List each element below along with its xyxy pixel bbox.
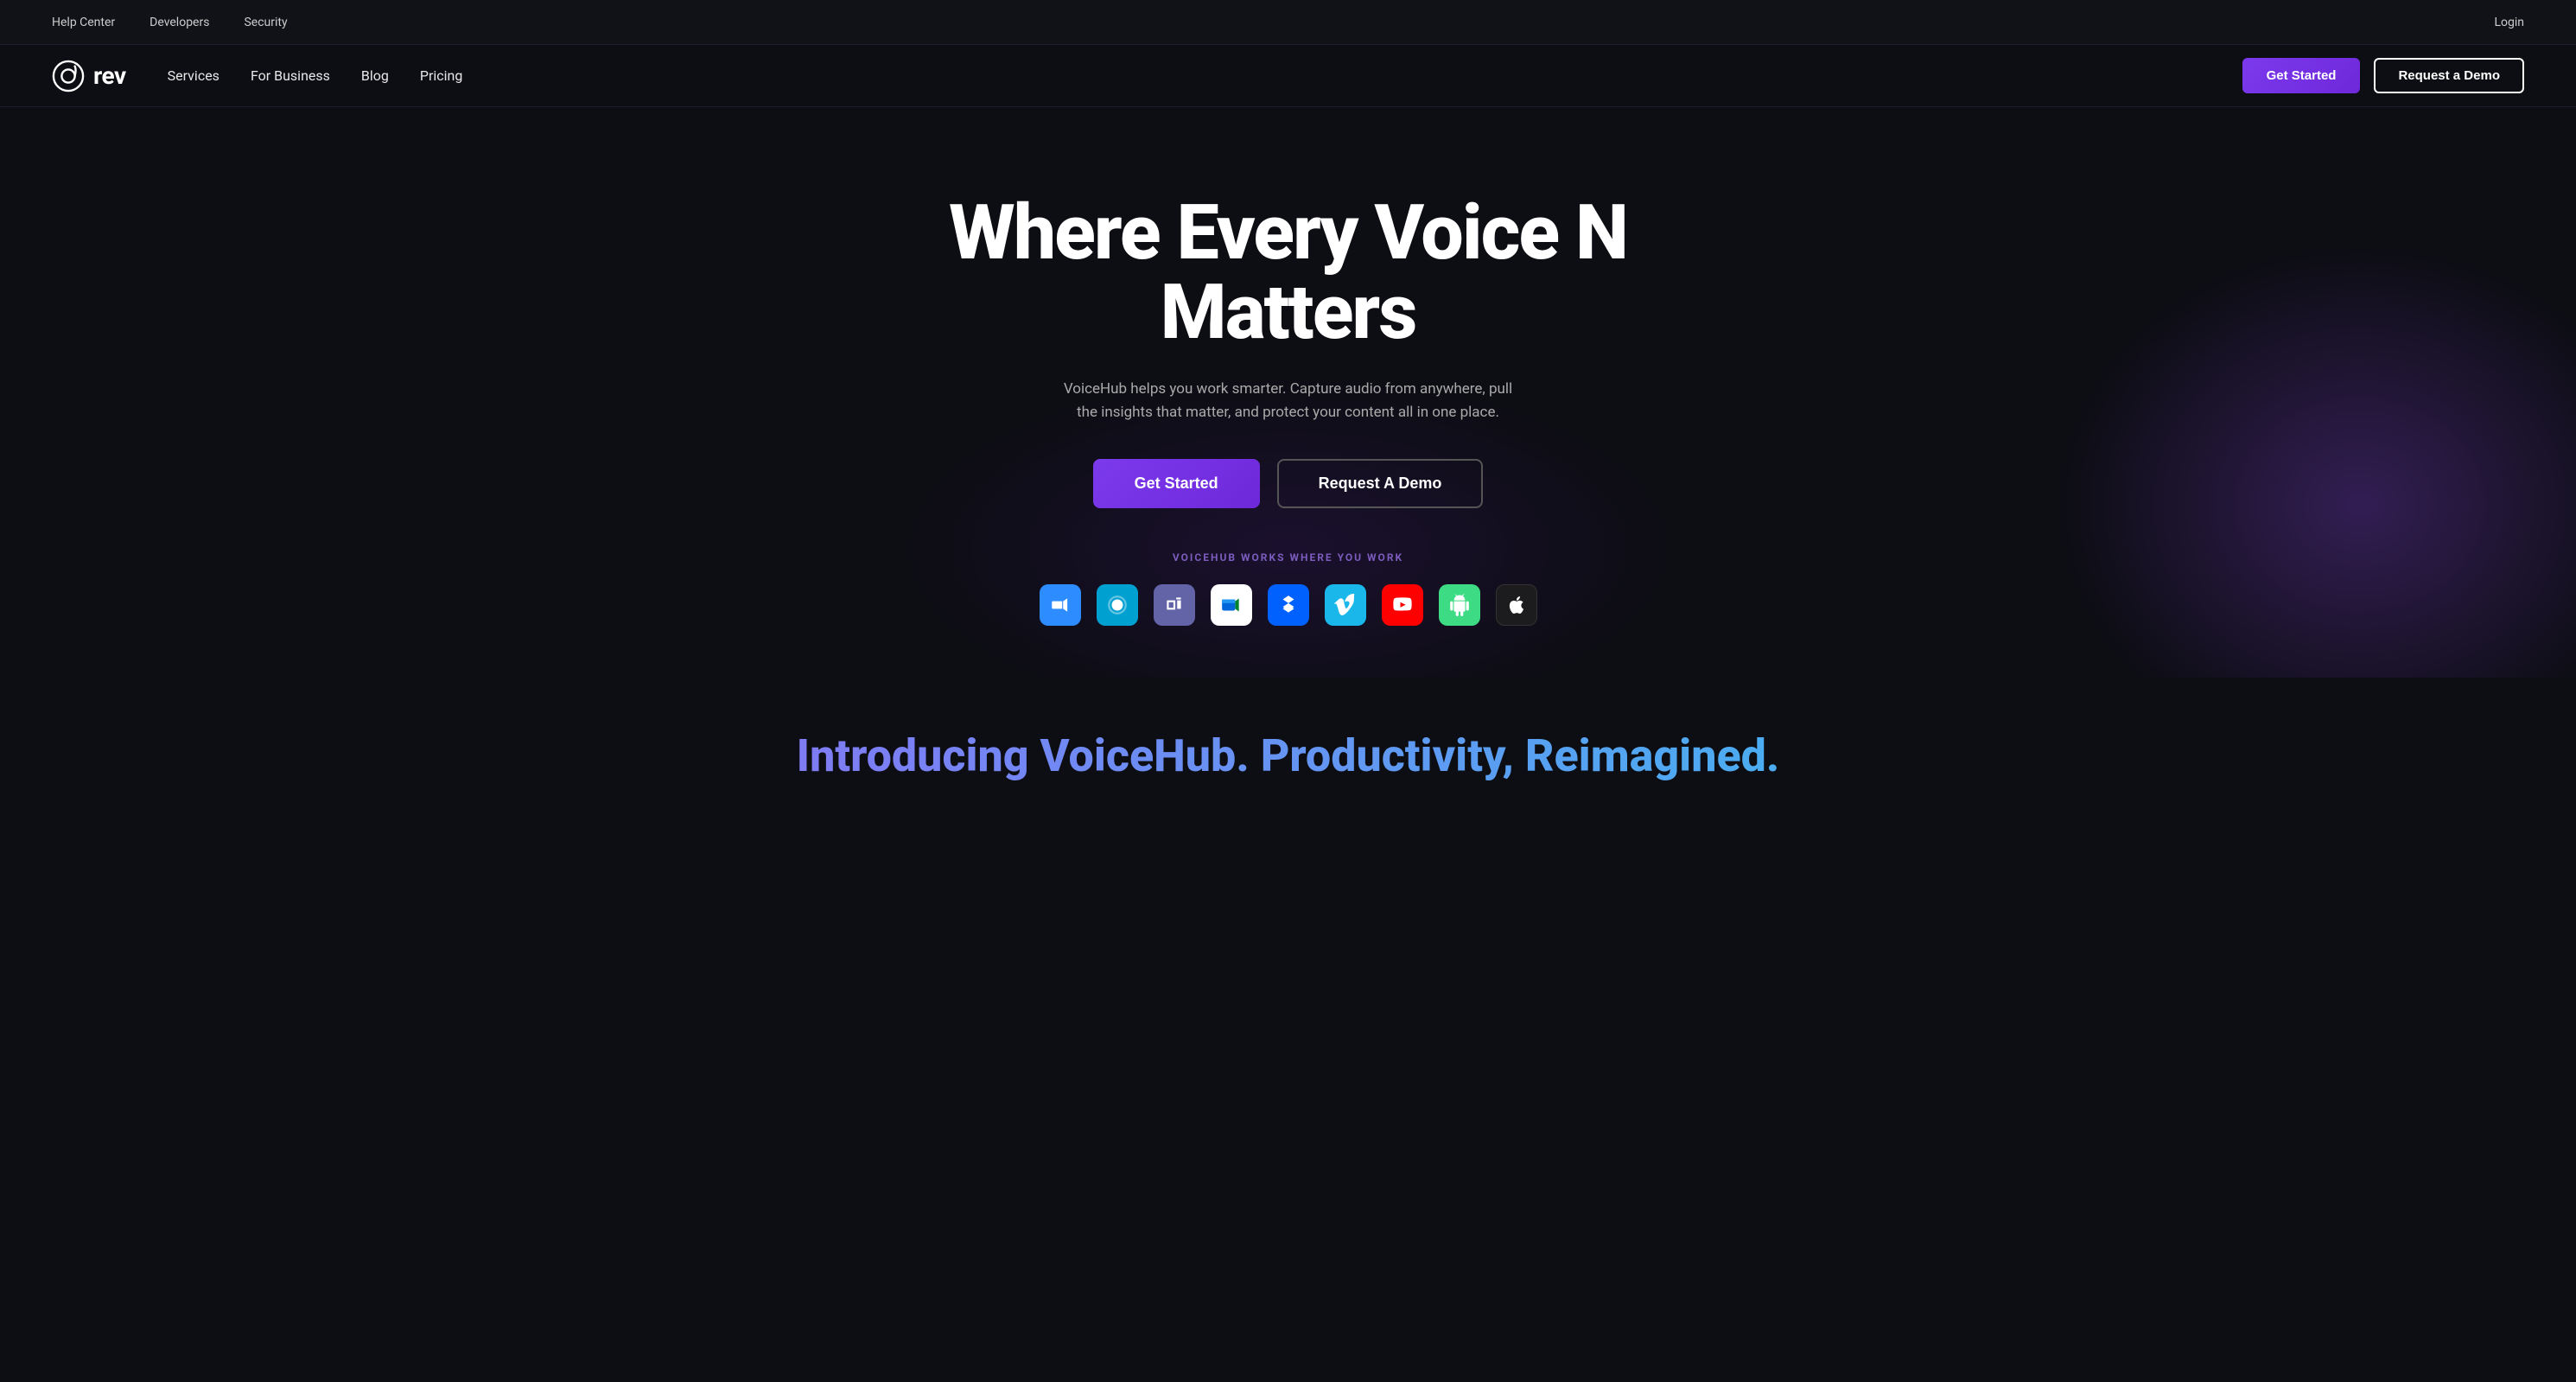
bottom-section: Introducing VoiceHub. Productivity, Reim… [0, 678, 2576, 817]
apple-icon[interactable] [1496, 584, 1537, 626]
nav-left: rev Services For Business Blog Pricing [52, 60, 462, 92]
rev-logo-icon [52, 60, 85, 92]
help-center-link[interactable]: Help Center [52, 16, 115, 29]
webex-icon[interactable] [1097, 584, 1138, 626]
nav-get-started-button[interactable]: Get Started [2242, 58, 2361, 93]
hero-title: Where Every Voice N Matters [856, 194, 1721, 353]
logo[interactable]: rev [52, 60, 126, 92]
hero-section: Where Every Voice N Matters VoiceHub hel… [0, 107, 2576, 678]
integrations-label: VOICEHUB WORKS WHERE YOU WORK [1173, 551, 1403, 564]
dropbox-icon[interactable] [1268, 584, 1309, 626]
login-link[interactable]: Login [2494, 16, 2524, 29]
nav-services[interactable]: Services [168, 67, 219, 84]
google-meet-icon[interactable] [1211, 584, 1252, 626]
hero-request-demo-button[interactable]: Request A Demo [1277, 459, 1484, 508]
android-icon[interactable] [1439, 584, 1480, 626]
hero-subtitle: VoiceHub helps you work smarter. Capture… [1064, 378, 1513, 424]
integrations-section: VOICEHUB WORKS WHERE YOU WORK [1040, 551, 1537, 626]
top-bar-links: Help Center Developers Security [52, 16, 288, 29]
bottom-title: Introducing VoiceHub. Productivity, Reim… [35, 729, 2541, 782]
hero-buttons: Get Started Request A Demo [1093, 459, 1484, 508]
nav-right: Get Started Request a Demo [2242, 58, 2524, 93]
nav-request-demo-button[interactable]: Request a Demo [2374, 58, 2524, 93]
nav-pricing[interactable]: Pricing [420, 67, 463, 84]
hero-get-started-button[interactable]: Get Started [1093, 459, 1260, 508]
nav-blog[interactable]: Blog [361, 67, 389, 84]
developers-link[interactable]: Developers [149, 16, 209, 29]
nav-for-business[interactable]: For Business [251, 67, 330, 84]
integration-icons [1040, 584, 1537, 626]
top-bar: Help Center Developers Security Login [0, 0, 2576, 45]
youtube-icon[interactable] [1382, 584, 1423, 626]
nav-links: Services For Business Blog Pricing [168, 67, 463, 84]
vimeo-icon[interactable] [1325, 584, 1366, 626]
security-link[interactable]: Security [244, 16, 287, 29]
logo-text: rev [93, 61, 126, 90]
teams-icon[interactable] [1154, 584, 1195, 626]
main-nav: rev Services For Business Blog Pricing G… [0, 45, 2576, 107]
zoom-icon[interactable] [1040, 584, 1081, 626]
